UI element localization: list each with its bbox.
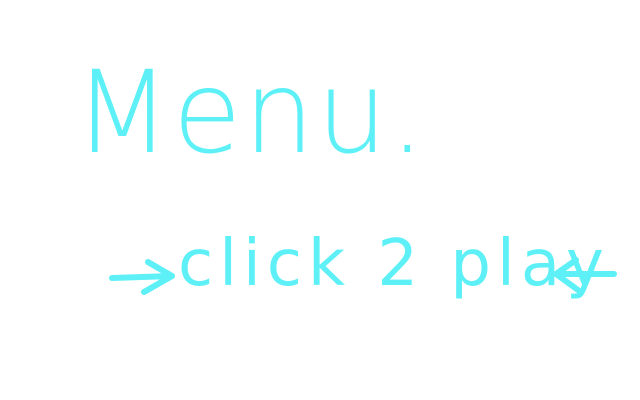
menu-screen: Menu. click 2 play (0, 0, 640, 400)
play-label: click 2 play (178, 227, 610, 301)
menu-title: Menu. (74, 46, 428, 180)
arrow-right-icon (108, 256, 178, 296)
arrow-left-icon (548, 256, 618, 296)
play-button[interactable]: click 2 play (108, 228, 628, 318)
